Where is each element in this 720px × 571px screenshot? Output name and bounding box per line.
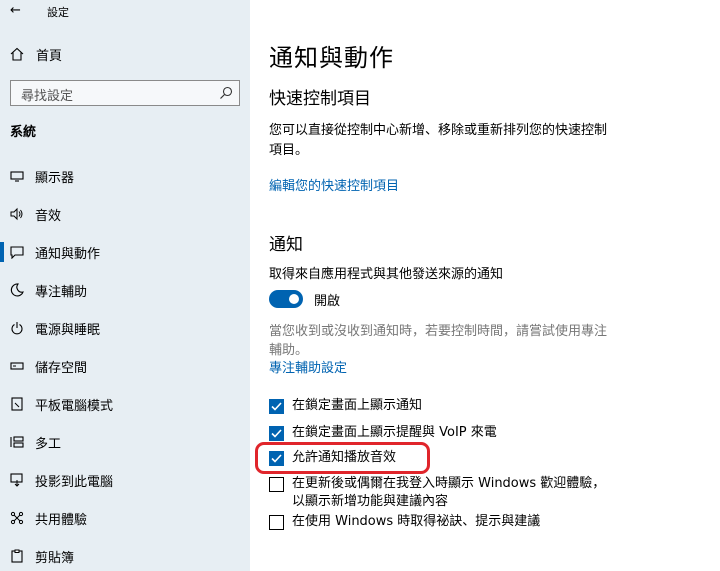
sidebar-item-clipboard[interactable]: 剪貼簿 [0, 544, 250, 568]
search-icon [220, 86, 233, 99]
checkbox-unchecked-icon [269, 477, 284, 492]
page-title: 通知與動作 [269, 44, 394, 72]
highlight-box [255, 442, 430, 474]
checkbox-show-on-lock-screen[interactable]: 在鎖定畫面上顯示通知 [269, 397, 422, 415]
focus-assist-settings-link[interactable]: 專注輔助設定 [269, 359, 649, 379]
clipboard-icon [11, 549, 23, 563]
toggle-knob [289, 294, 299, 304]
title-bar: ← 設定 [0, 0, 250, 24]
sidebar-item-label: 剪貼簿 [35, 550, 75, 566]
edit-quick-actions-link[interactable]: 編輯您的快速控制項目 [269, 177, 649, 197]
tablet-icon [11, 397, 23, 411]
sidebar: ← 設定 首頁 尋找設定 系統 顯示器 音效 通知與動作 專注輔助 電源與睡眠 … [0, 0, 250, 571]
monitor-icon [10, 171, 24, 182]
speaker-icon [10, 207, 23, 221]
sidebar-item-power[interactable]: 電源與睡眠 [0, 316, 250, 340]
home-label: 首頁 [36, 48, 63, 64]
checkbox-label: 在更新後或偶爾在我登入時顯示 Windows 歡迎體驗， 以顯示新增功能與建議內… [292, 475, 605, 511]
home-link[interactable]: 首頁 [10, 44, 62, 64]
checkbox-label: 在使用 Windows 時取得祕訣、提示與建議 [292, 514, 541, 529]
power-icon [11, 322, 23, 335]
sidebar-item-label: 儲存空間 [35, 360, 88, 376]
notifications-heading: 通知 [269, 235, 303, 255]
checkbox-checked-icon [269, 399, 284, 414]
notification-icon [10, 246, 24, 259]
sidebar-item-display[interactable]: 顯示器 [0, 164, 250, 188]
focus-hint-line1: 當您收到或沒收到通知時，若要控制時間，請嘗試使用專注 [269, 324, 608, 339]
storage-icon [10, 362, 24, 370]
checkbox-label-line2: 以顯示新增功能與建議內容 [292, 494, 449, 509]
search-placeholder: 尋找設定 [21, 89, 74, 104]
home-icon [10, 47, 24, 61]
sidebar-item-shared-experiences[interactable]: 共用體驗 [0, 506, 250, 530]
back-button[interactable]: ← [10, 3, 21, 18]
sidebar-item-label: 電源與睡眠 [35, 322, 101, 338]
sidebar-item-label: 多工 [35, 436, 62, 452]
sidebar-item-multitasking[interactable]: 多工 [0, 430, 250, 454]
sidebar-item-storage[interactable]: 儲存空間 [0, 354, 250, 378]
quick-actions-heading: 快速控制項目 [269, 89, 371, 109]
toggle-state-label: 開啟 [314, 294, 341, 309]
sidebar-item-label: 音效 [35, 208, 62, 224]
checkbox-reminders-voip[interactable]: 在鎖定畫面上顯示提醒與 VoIP 來電 [269, 424, 497, 442]
checkbox-tips-suggestions[interactable]: 在使用 Windows 時取得祕訣、提示與建議 [269, 513, 540, 531]
project-icon [10, 473, 23, 487]
multitask-icon [10, 436, 24, 448]
active-indicator [0, 242, 4, 262]
quick-actions-description-line2: 項目。 [269, 143, 309, 158]
sidebar-item-label: 專注輔助 [35, 284, 88, 300]
sidebar-item-sound[interactable]: 音效 [0, 202, 250, 226]
sidebar-item-label: 投影到此電腦 [35, 474, 114, 490]
sidebar-item-tablet-mode[interactable]: 平板電腦模式 [0, 392, 250, 416]
get-notifications-label: 取得來自應用程式與其他發送來源的通知 [269, 267, 504, 282]
sidebar-item-label: 通知與動作 [35, 246, 101, 262]
focus-hint-line2: 輔助。 [269, 343, 309, 358]
sidebar-item-projecting[interactable]: 投影到此電腦 [0, 468, 250, 492]
shared-icon [10, 511, 24, 525]
sidebar-item-label: 平板電腦模式 [35, 398, 114, 414]
quick-actions-description-line1: 您可以直接從控制中心新增、移除或重新排列您的快速控制 [269, 123, 608, 138]
moon-icon [10, 283, 24, 297]
checkbox-welcome-experience[interactable]: 在更新後或偶爾在我登入時顯示 Windows 歡迎體驗， 以顯示新增功能與建議內… [269, 475, 605, 511]
search-input[interactable]: 尋找設定 [10, 80, 240, 106]
sidebar-item-notifications[interactable]: 通知與動作 [0, 240, 250, 264]
checkbox-label: 在鎖定畫面上顯示通知 [292, 398, 423, 413]
section-label: 系統 [10, 125, 37, 140]
checkbox-label: 在鎖定畫面上顯示提醒與 VoIP 來電 [292, 425, 497, 440]
sidebar-item-focus-assist[interactable]: 專注輔助 [0, 278, 250, 302]
sidebar-item-label: 顯示器 [35, 170, 75, 186]
window-title: 設定 [47, 6, 69, 19]
notifications-toggle[interactable] [269, 290, 303, 308]
checkbox-unchecked-icon [269, 515, 284, 530]
main-panel: 通知與動作 快速控制項目 您可以直接從控制中心新增、移除或重新排列您的快速控制 … [250, 0, 720, 571]
checkbox-checked-icon [269, 426, 284, 441]
sidebar-item-label: 共用體驗 [35, 512, 88, 528]
checkbox-label-line1: 在更新後或偶爾在我登入時顯示 Windows 歡迎體驗， [292, 476, 606, 491]
